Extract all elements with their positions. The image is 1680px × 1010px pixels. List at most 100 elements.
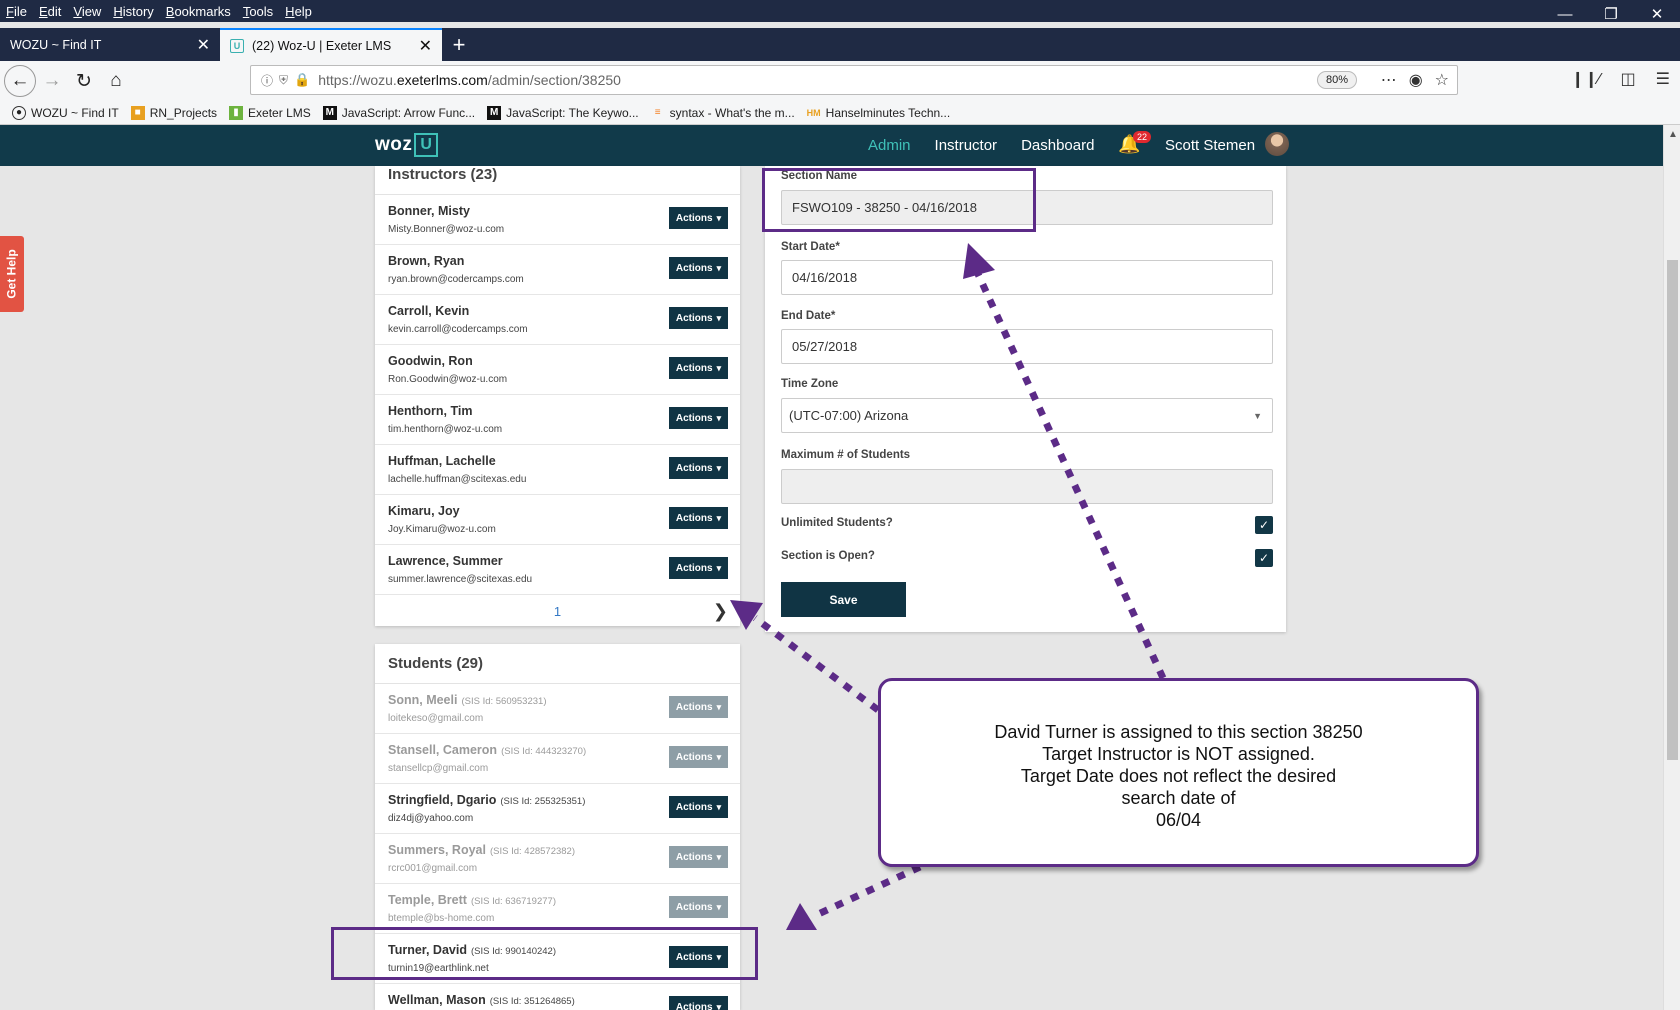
section-open-checkbox[interactable]: ✓ [1255, 549, 1273, 567]
menu-file[interactable]: File [0, 4, 33, 19]
forward-button[interactable]: → [36, 65, 68, 97]
bookmarks-bar: ● WOZU ~ Find IT ■ RN_Projects ▮ Exeter LMS… [0, 101, 1680, 125]
unlimited-students-label: Unlimited Students? [781, 517, 893, 529]
actions-button[interactable]: Actions [669, 457, 728, 479]
actions-button[interactable]: Actions [669, 746, 728, 768]
end-date-field[interactable]: 05/27/2018 [781, 329, 1273, 364]
window-controls: — ❐ ✕ [1542, 0, 1680, 28]
home-button[interactable]: ⌂ [100, 65, 132, 97]
page-scrollbar[interactable]: ▲ [1663, 125, 1680, 1010]
bookmark-label: Hanselminutes Techn... [825, 105, 951, 120]
menu-edit[interactable]: Edit [33, 4, 67, 19]
list-item: Henthorn, Tim tim.henthorn@woz-u.com Actio… [375, 395, 740, 445]
url-actions: ⋯ ◉ ☆ [1381, 70, 1449, 90]
sis-id: (SIS Id: 560953231) [461, 696, 547, 707]
chevron-right-icon[interactable]: ❯ [713, 601, 728, 622]
bookmark-wozu-find-it[interactable]: ● WOZU ~ Find IT [12, 105, 119, 120]
new-tab-button[interactable]: + [442, 28, 476, 61]
bookmark-exeter-lms[interactable]: ▮ Exeter LMS [229, 105, 311, 120]
navigation-bar: ← → ↻ ⌂ ⓘ ⛨ 🔒 https://wozu. exeterlms.com… [0, 61, 1680, 101]
time-zone-select[interactable]: (UTC-07:00) Arizona ▼ [781, 398, 1273, 433]
callout-line: Target Instructor is NOT assigned. [1042, 744, 1315, 764]
toolbar-right: ❙❙∕ ◫ ☰ [1571, 69, 1670, 89]
list-item: Kimaru, Joy Joy.Kimaru@woz-u.com Actions [375, 495, 740, 545]
close-window-icon[interactable]: ✕ [1634, 0, 1680, 28]
bookmark-label: Exeter LMS [248, 105, 311, 120]
close-tab-icon[interactable]: ✕ [419, 36, 432, 56]
list-item: Huffman, Lachelle lachelle.huffman@scitex… [375, 445, 740, 495]
actions-button[interactable]: Actions [669, 357, 728, 379]
nav-admin[interactable]: Admin [868, 137, 911, 154]
unlimited-students-checkbox[interactable]: ✓ [1255, 516, 1273, 534]
actions-button[interactable]: Actions [669, 407, 728, 429]
bookmark-keyword[interactable]: M JavaScript: The Keywo... [487, 105, 639, 120]
menu-view[interactable]: View [67, 4, 107, 19]
sidebar-icon[interactable]: ◫ [1621, 69, 1636, 89]
info-icon[interactable]: ⓘ [261, 72, 273, 89]
list-item: Bonner, Misty Misty.Bonner@woz-u.com Actio… [375, 195, 740, 245]
tab-exeter-lms[interactable]: U (22) Woz-U | Exeter LMS ✕ [220, 28, 442, 61]
menu-bookmarks[interactable]: Bookmarks [160, 4, 237, 19]
actions-button[interactable]: Actions [669, 896, 728, 918]
scroll-thumb[interactable] [1667, 260, 1678, 760]
bookmark-syntax[interactable]: ≡ syntax - What's the m... [651, 106, 795, 120]
list-item: Wellman, Mason (SIS Id: 351264865) Actions [375, 984, 740, 1010]
more-actions-icon[interactable]: ⋯ [1381, 70, 1397, 90]
nav-dashboard[interactable]: Dashboard [1021, 137, 1094, 154]
minimize-icon[interactable]: — [1542, 0, 1588, 28]
tab-wozu-find-it[interactable]: WOZU ~ Find IT ✕ [0, 28, 220, 61]
section-name-highlight [762, 168, 1036, 232]
avatar[interactable] [1265, 132, 1289, 156]
back-button[interactable]: ← [4, 65, 36, 97]
restore-icon[interactable]: ❐ [1588, 0, 1634, 28]
instructors-title: Instructors (23) [375, 166, 740, 195]
zoom-level-badge[interactable]: 80% [1316, 71, 1357, 89]
shield-icon[interactable]: ⛨ [279, 73, 288, 88]
person-name-text: Kimaru, Joy [388, 504, 460, 518]
person-name-text: Bonner, Misty [388, 204, 470, 218]
start-date-label: Start Date* [781, 241, 840, 253]
actions-button[interactable]: Actions [669, 207, 728, 229]
user-name[interactable]: Scott Stemen [1165, 137, 1255, 154]
save-button[interactable]: Save [781, 582, 906, 617]
person-name-text: Sonn, Meeli [388, 693, 458, 707]
person-name-text: Wellman, Mason [388, 993, 486, 1007]
actions-button[interactable]: Actions [669, 557, 728, 579]
instructor-list: Bonner, Misty Misty.Bonner@woz-u.com Actio… [375, 195, 740, 595]
scroll-up-icon[interactable]: ▲ [1668, 129, 1678, 140]
actions-button[interactable]: Actions [669, 846, 728, 868]
wozu-logo[interactable]: woz U [375, 133, 439, 157]
actions-button[interactable]: Actions [669, 507, 728, 529]
lock-icon: 🔒 [294, 72, 311, 87]
menu-tools[interactable]: Tools [237, 4, 279, 19]
url-bar[interactable]: ⓘ ⛨ 🔒 https://wozu. exeterlms.com/admin/s… [250, 65, 1458, 95]
actions-button[interactable]: Actions [669, 796, 728, 818]
reload-button[interactable]: ↻ [68, 65, 100, 97]
get-help-tab[interactable]: Get Help [0, 236, 24, 312]
bookmark-hanselminutes[interactable]: HM Hanselminutes Techn... [807, 106, 951, 120]
library-icon[interactable]: ❙❙∕ [1571, 69, 1600, 89]
bookmark-arrow-functions[interactable]: M JavaScript: Arrow Func... [322, 105, 475, 120]
list-item: Brown, Ryan ryan.brown@codercamps.com Acti… [375, 245, 740, 295]
close-tab-icon[interactable]: ✕ [197, 35, 210, 55]
nav-instructor[interactable]: Instructor [935, 137, 998, 154]
max-students-label: Maximum # of Students [781, 449, 911, 461]
actions-button[interactable]: Actions [669, 996, 728, 1010]
bookmark-rn-projects[interactable]: ■ RN_Projects [130, 105, 217, 120]
menu-help[interactable]: Help [279, 4, 318, 19]
actions-button[interactable]: Actions [669, 257, 728, 279]
start-date-field[interactable]: 04/16/2018 [781, 260, 1273, 295]
star-icon[interactable]: ☆ [1435, 70, 1449, 90]
actions-button[interactable]: Actions [669, 307, 728, 329]
chevron-down-icon: ▼ [1253, 411, 1262, 421]
list-item: Lawrence, Summer summer.lawrence@scitexas… [375, 545, 740, 595]
person-name-text: Summers, Royal [388, 843, 486, 857]
bookmark-label: WOZU ~ Find IT [31, 105, 119, 120]
pocket-icon[interactable]: ◉ [1409, 70, 1423, 90]
person-name-text: Huffman, Lachelle [388, 454, 496, 468]
actions-button[interactable]: Actions [669, 696, 728, 718]
url-path: /admin/section/38250 [487, 72, 621, 88]
hamburger-menu-icon[interactable]: ☰ [1656, 69, 1670, 89]
page-number[interactable]: 1 [554, 604, 561, 619]
menu-history[interactable]: History [107, 4, 159, 19]
